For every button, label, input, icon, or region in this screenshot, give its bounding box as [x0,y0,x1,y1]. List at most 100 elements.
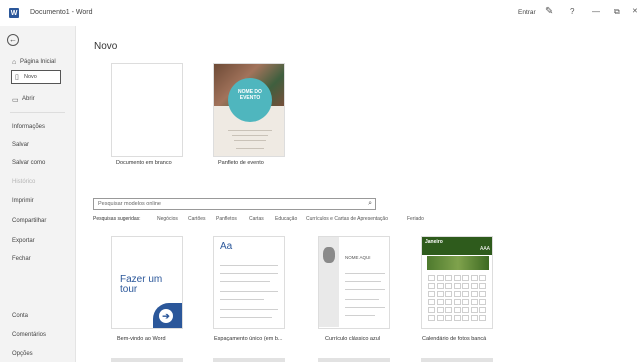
calendar-day-cell [428,315,435,321]
flyer-title: NOME DO EVENTO [238,89,262,101]
text-line [345,299,379,300]
calendar-day-cell [436,291,444,297]
text-line [220,309,278,310]
calendar-day-cell [453,291,461,297]
new-document-panel: Novo Documento em branco NOME DO EVENTO … [77,26,640,362]
calendar-day-cell [470,315,478,321]
search-icon[interactable]: ⌕ [368,200,372,208]
sidebar-item-close[interactable]: Fechar [12,256,31,262]
event-flyer-tile[interactable]: NOME DO EVENTO [213,63,285,157]
sidebar-item-options[interactable]: Opções [12,351,33,357]
calendar-day-cell [479,307,486,313]
calendar-day-cell [453,315,461,321]
classic-resume-tile[interactable]: NOME AQUI [318,236,390,329]
sidebar-item-account[interactable]: Conta [12,313,28,319]
calendar-day-cell [428,291,435,297]
calendar-day-cell [462,315,469,321]
calendar-day-cell [445,283,452,289]
flyer-text-line [228,130,272,131]
suggested-searches-label: Pesquisas sugeridas: [93,216,141,222]
restore-icon[interactable]: ⧉ [614,6,620,18]
sidebar-item-save[interactable]: Salvar [12,142,29,148]
suggestion-education[interactable]: Educação [275,216,297,222]
sidebar-item-save-as[interactable]: Salvar como [12,160,45,166]
resume-name: NOME AQUI [345,255,371,260]
calendar-day-cell [470,275,478,281]
blank-document-label: Documento em branco [116,160,172,166]
calendar-day-cell [479,315,486,321]
calendar-day-cell [462,291,469,297]
calendar-day-cell [462,299,469,305]
title-bar: W Documento1 - Word Entrar ✎ ? — ⧉ ✕ [0,0,640,26]
text-line [345,315,375,316]
suggestion-resumes[interactable]: Currículos e Cartas de Apresentação [306,216,388,222]
window-title: Documento1 - Word [30,9,93,16]
calendar-day-cell [470,283,478,289]
calendar-day-cell [428,299,435,305]
suggestion-holiday[interactable]: Feriado [407,216,424,222]
calendar-day-cell [445,275,452,281]
suggestion-letters[interactable]: Cartas [249,216,264,222]
sidebar-item-open[interactable]: Abrir [22,96,35,102]
signin-link[interactable]: Entrar [518,9,536,16]
minimize-icon[interactable]: — [592,6,600,18]
help-icon[interactable]: ? [570,6,574,18]
flyer-text-line [234,140,266,141]
template-search-input[interactable]: Pesquisar modelos online ⌕ [93,198,376,210]
single-spaced-tile[interactable]: Aa [213,236,285,329]
calendar-month: Janeiro [425,239,443,245]
open-folder-icon: ▭ [12,97,19,104]
calendar-day-cell [436,315,444,321]
classic-resume-label: Currículo clássico azul [325,336,381,342]
back-arrow-icon[interactable]: ← [7,34,19,46]
suggestion-business[interactable]: Negócios [157,216,178,222]
sidebar-item-new[interactable]: Novo [24,74,37,80]
photo-calendar-tile[interactable]: Janeiro AAA [421,236,493,329]
suggestion-cards[interactable]: Cartões [188,216,206,222]
pen-icon[interactable]: ✎ [545,6,553,18]
calendar-day-cell [436,299,444,305]
calendar-day-cell [436,307,444,313]
calendar-day-cell [479,299,486,305]
calendar-day-cell [470,299,478,305]
sidebar-item-history: Histórico [12,179,36,185]
text-line [220,317,272,318]
text-line [220,291,278,292]
resume-photo [323,247,335,263]
event-flyer-label: Panfleto de evento [218,160,264,166]
search-placeholder: Pesquisar modelos online [98,201,161,207]
next-row-tile [318,358,390,362]
suggestion-flyers[interactable]: Panfletos [216,216,237,222]
word-app-icon: W [9,8,19,18]
welcome-tour-tile[interactable]: Fazer um tour ➔ [111,236,183,329]
single-spaced-label: Espaçamento único (em b... [214,336,283,342]
text-line [345,289,385,290]
calendar-day-cell [453,275,461,281]
sidebar-item-info[interactable]: Informações [12,124,45,130]
blank-document-tile[interactable] [111,63,183,157]
text-line [345,273,385,274]
calendar-day-cell [428,283,435,289]
calendar-day-cell [462,283,469,289]
calendar-day-cell [436,275,444,281]
sidebar-item-home[interactable]: Página Inicial [20,59,56,65]
calendar-day-cell [445,315,452,321]
calendar-day-cell [428,275,435,281]
calendar-day-cell [479,275,486,281]
close-icon[interactable]: ✕ [632,6,638,18]
sidebar-item-print[interactable]: Imprimir [12,198,34,204]
arrow-right-icon: ➔ [159,309,173,323]
welcome-tour-label: Bem-vindo ao Word [117,336,166,342]
flyer-text-line [236,148,264,149]
calendar-day-cell [470,291,478,297]
welcome-tour-text: Fazer um tour [120,274,163,295]
home-icon: ⌂ [12,59,17,66]
sidebar-item-feedback[interactable]: Comentários [12,332,46,338]
sidebar-item-export[interactable]: Exportar [12,238,35,244]
next-row-tile [421,358,493,362]
calendar-year: AAA [479,246,490,252]
calendar-day-cell [479,283,486,289]
single-spaced-aa: Aa [220,241,233,252]
sidebar-item-share[interactable]: Compartilhar [12,218,46,224]
text-line [220,273,278,274]
